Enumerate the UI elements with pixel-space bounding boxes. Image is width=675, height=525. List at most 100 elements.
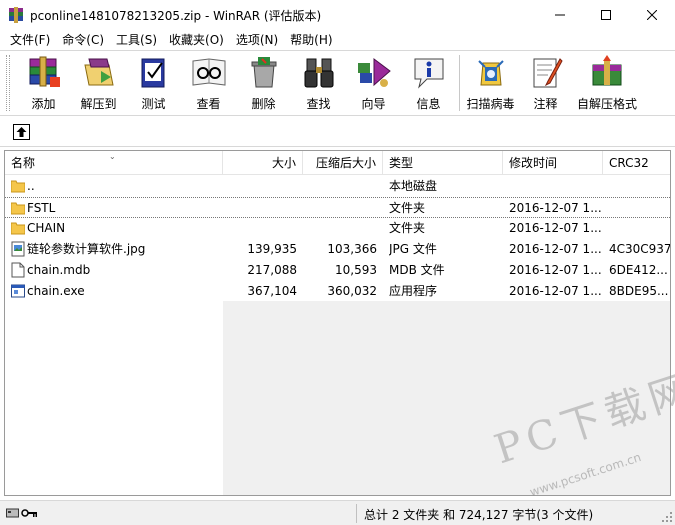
delete-label: 删除 [251,97,276,111]
virus-scan-button[interactable]: 扫描病毒 [463,51,518,113]
file-crc: 6DE412... [609,263,668,277]
file-packed-size: 360,032 [327,284,377,298]
file-type: 应用程序 [389,284,438,298]
column-header-crc[interactable]: CRC32 [603,151,670,175]
sort-arrow-icon: ⌄ [109,152,116,161]
toolbar-separator [459,55,460,111]
wizard-button[interactable]: 向导 [346,51,401,113]
file-type: 本地磁盘 [389,179,438,193]
toolbar-grip[interactable] [6,55,10,111]
extract-to-button[interactable]: 解压到 [71,51,126,113]
menu-bar: 文件(F) 命令(C) 工具(S) 收藏夹(O) 选项(N) 帮助(H) [0,30,675,50]
menu-help[interactable]: 帮助(H) [284,30,338,50]
list-header: 名称 ⌄ 大小 压缩后大小 类型 修改时间 CRC32 [5,151,670,175]
minimize-icon [555,14,565,16]
file-crc: 8BDE95... [609,284,669,298]
find-binoculars-icon [304,58,333,88]
list-item[interactable]: FSTL 文件夹 2016-12-07 1... [5,197,670,218]
image-file-icon [11,241,25,257]
document-file-icon [11,262,25,278]
folder-icon [11,202,25,215]
list-empty-area[interactable] [223,301,670,495]
column-header-packed[interactable]: 压缩后大小 [303,151,383,175]
comment-button[interactable]: 注释 [518,51,573,113]
info-label: 信息 [416,97,441,111]
file-packed-size: 10,593 [335,263,377,277]
file-modified: 2016-12-07 1... [509,284,601,298]
view-label: 查看 [196,97,221,111]
resize-grip-icon[interactable] [661,511,673,523]
list-item[interactable]: 链轮参数计算软件.jpg 139,935 103,366 JPG 文件 2016… [5,239,670,260]
window-title: pconline1481078213205.zip - WinRAR (评估版本… [30,8,322,23]
file-name: 链轮参数计算软件.jpg [27,242,146,256]
delete-button[interactable]: 删除 [236,51,291,113]
exe-file-icon [11,284,25,298]
extract-to-icon [83,58,114,86]
status-divider [356,504,357,523]
add-archive-icon [29,56,60,87]
folder-icon [11,180,25,193]
find-button[interactable]: 查找 [291,51,346,113]
drive-key-icon [6,508,37,518]
file-modified: 2016-12-07 1... [509,242,601,256]
menu-commands[interactable]: 命令(C) [56,30,110,50]
info-button[interactable]: 信息 [401,51,456,113]
view-glasses-icon [192,58,225,86]
virus-scan-label: 扫描病毒 [466,97,515,111]
view-button[interactable]: 查看 [181,51,236,113]
comment-icon [533,58,563,88]
sfx-icon [592,55,622,86]
file-packed-size: 103,366 [327,242,377,256]
info-icon [414,58,443,89]
menu-tools[interactable]: 工具(S) [110,30,163,50]
file-name: .. [27,179,35,193]
comment-label: 注释 [533,97,558,111]
list-item[interactable]: .. 本地磁盘 [5,176,670,197]
folder-icon [11,222,25,235]
column-header-size[interactable]: 大小 [223,151,303,175]
column-header-modified[interactable]: 修改时间 [503,151,603,175]
status-icons [6,506,38,523]
column-header-type[interactable]: 类型 [383,151,503,175]
find-label: 查找 [306,97,331,111]
toolbar: 添加 解压到 测试 查看 删除 查找 向导 信息 扫描病毒 注释 自解压格式 [0,50,675,116]
menu-options[interactable]: 选项(N) [230,30,284,50]
file-size: 217,088 [247,263,297,277]
wizard-icon [357,58,391,87]
test-icon [141,58,164,88]
list-item[interactable]: CHAIN 文件夹 2016-12-07 1... [5,218,670,239]
status-text: 总计 2 文件夹 和 724,127 字节(3 个文件) [364,508,594,522]
menu-file[interactable]: 文件(F) [4,30,56,50]
address-bar [0,117,675,147]
maximize-icon [601,10,611,20]
maximize-button[interactable] [583,0,629,30]
file-name: FSTL [27,201,56,215]
file-name: chain.mdb [27,263,91,277]
list-item[interactable]: chain.mdb 217,088 10,593 MDB 文件 2016-12-… [5,260,670,281]
add-button[interactable]: 添加 [16,51,71,113]
file-modified: 2016-12-07 1... [509,263,601,277]
file-name: CHAIN [27,221,66,235]
virus-scan-icon [477,60,504,86]
file-type: MDB 文件 [389,263,445,277]
wizard-label: 向导 [361,97,386,111]
title-bar[interactable]: pconline1481078213205.zip - WinRAR (评估版本… [0,0,675,30]
menu-favorites[interactable]: 收藏夹(O) [163,30,230,50]
close-button[interactable] [629,0,675,30]
file-list[interactable]: 名称 ⌄ 大小 压缩后大小 类型 修改时间 CRC32 .. 本地磁盘 FSTL… [4,150,671,496]
sfx-label: 自解压格式 [576,97,637,111]
up-arrow-icon [16,127,27,137]
sfx-button[interactable]: 自解压格式 [573,51,641,113]
delete-icon [251,57,276,88]
file-size: 367,104 [247,284,297,298]
winrar-books-icon [8,7,24,23]
minimize-button[interactable] [537,0,583,30]
list-item[interactable]: chain.exe 367,104 360,032 应用程序 2016-12-0… [5,281,670,302]
up-folder-button[interactable] [13,124,30,140]
file-type: JPG 文件 [389,242,437,256]
add-label: 添加 [31,97,56,111]
file-modified: 2016-12-07 1... [509,221,601,235]
extract-to-label: 解压到 [80,97,117,111]
test-button[interactable]: 测试 [126,51,181,113]
close-icon [647,10,657,20]
